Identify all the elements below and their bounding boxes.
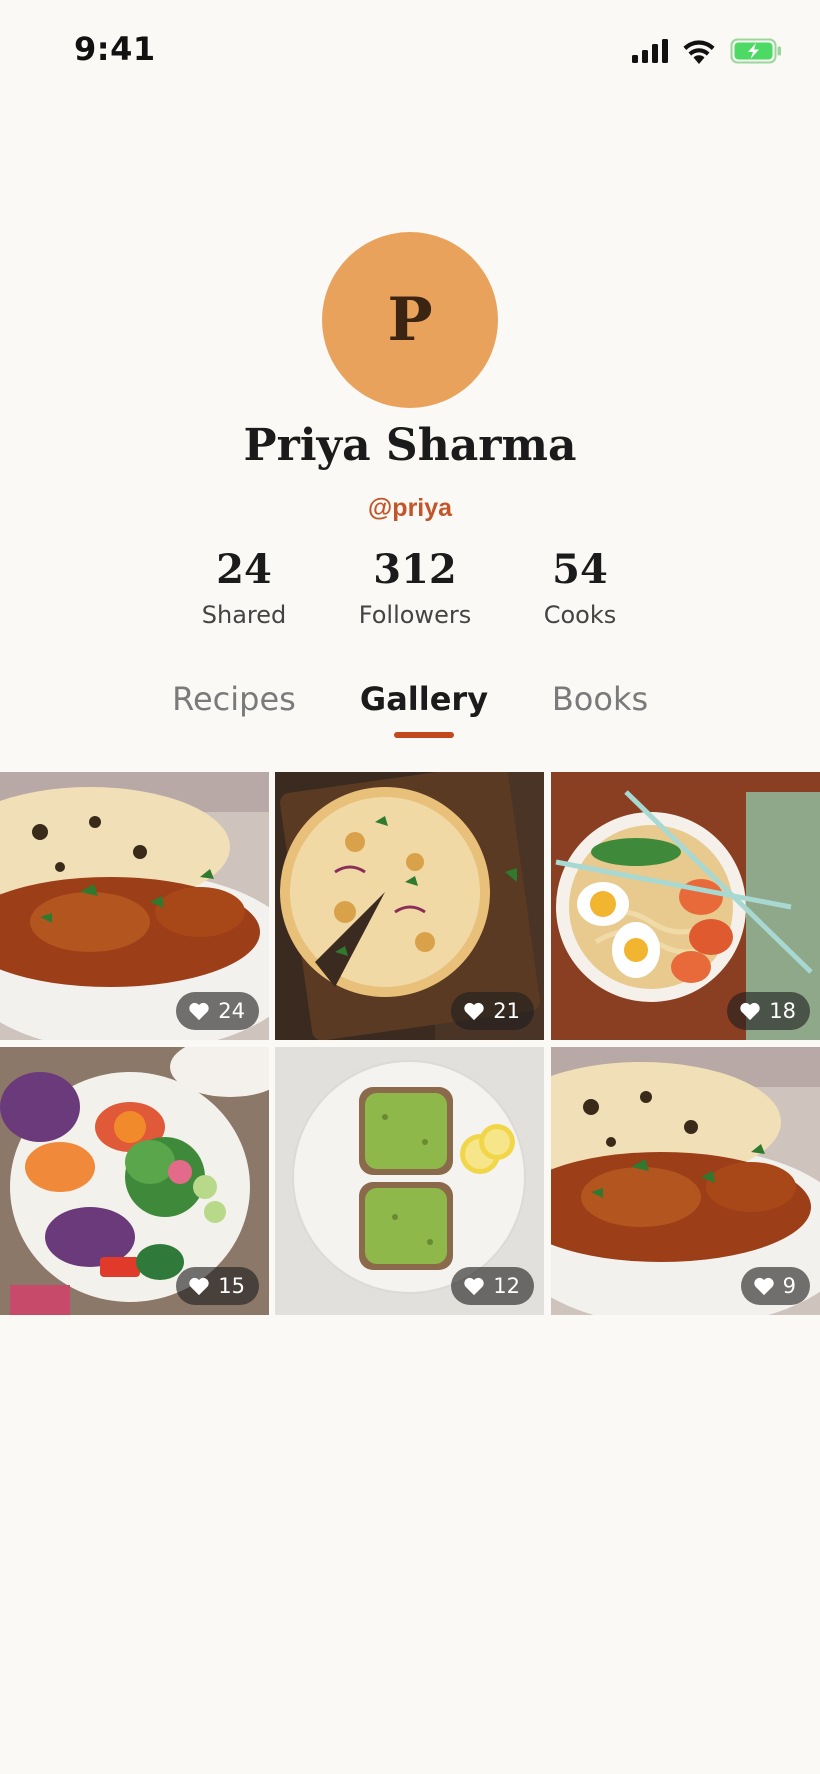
gallery-item-curry[interactable]: 9 (551, 1047, 820, 1315)
like-badge[interactable]: 12 (451, 1267, 534, 1305)
gallery-item-salad[interactable]: 15 (0, 1047, 269, 1315)
like-badge[interactable]: 18 (727, 992, 810, 1030)
status-icons (632, 36, 782, 70)
active-tab-indicator (394, 732, 454, 738)
heart-icon (753, 1277, 774, 1296)
profile-name: Priya Sharma (243, 420, 577, 471)
like-badge[interactable]: 9 (740, 1267, 810, 1305)
stat-label: Shared (201, 601, 287, 629)
avatar[interactable]: P (322, 232, 498, 408)
gallery-item-curry[interactable]: 24 (0, 772, 269, 1040)
like-count: 9 (782, 1274, 796, 1298)
stat-label: Cooks (543, 601, 617, 629)
signal-icon (632, 38, 668, 68)
heart-icon (189, 1002, 209, 1021)
heart-icon (189, 1277, 209, 1296)
like-badge[interactable]: 24 (176, 992, 259, 1030)
stat-shared[interactable]: 24 Shared (154, 548, 334, 630)
battery-charging-icon (730, 38, 782, 69)
like-count: 18 (769, 999, 796, 1023)
heart-icon (740, 1002, 760, 1021)
heart-icon (464, 1277, 484, 1296)
avatar-initial: P (387, 285, 433, 355)
heart-icon (464, 1002, 484, 1021)
like-count: 15 (218, 1274, 245, 1298)
stat-value: 54 (552, 546, 608, 593)
gallery-item-avocado-toast[interactable]: 12 (275, 1047, 544, 1315)
gallery-item-ramen[interactable]: 18 (551, 772, 820, 1040)
gallery-item-pizza[interactable]: 21 (275, 772, 544, 1040)
stat-value: 24 (216, 546, 272, 593)
like-badge[interactable]: 15 (176, 1267, 259, 1305)
status-bar: 9:41 (0, 0, 820, 100)
stat-value: 312 (373, 546, 457, 593)
like-count: 12 (493, 1274, 520, 1298)
stat-cooks[interactable]: 54 Cooks (490, 548, 670, 630)
wifi-icon (682, 38, 716, 69)
tab-recipes[interactable]: Recipes (134, 674, 334, 724)
profile-handle: @priya (367, 494, 453, 522)
tab-gallery[interactable]: Gallery (324, 674, 524, 724)
status-time: 9:41 (74, 30, 156, 68)
like-count: 24 (218, 999, 245, 1023)
tab-books[interactable]: Books (500, 674, 700, 724)
like-badge[interactable]: 21 (451, 992, 534, 1030)
stat-label: Followers (358, 601, 472, 629)
like-count: 21 (493, 999, 520, 1023)
stat-followers[interactable]: 312 Followers (325, 548, 505, 630)
